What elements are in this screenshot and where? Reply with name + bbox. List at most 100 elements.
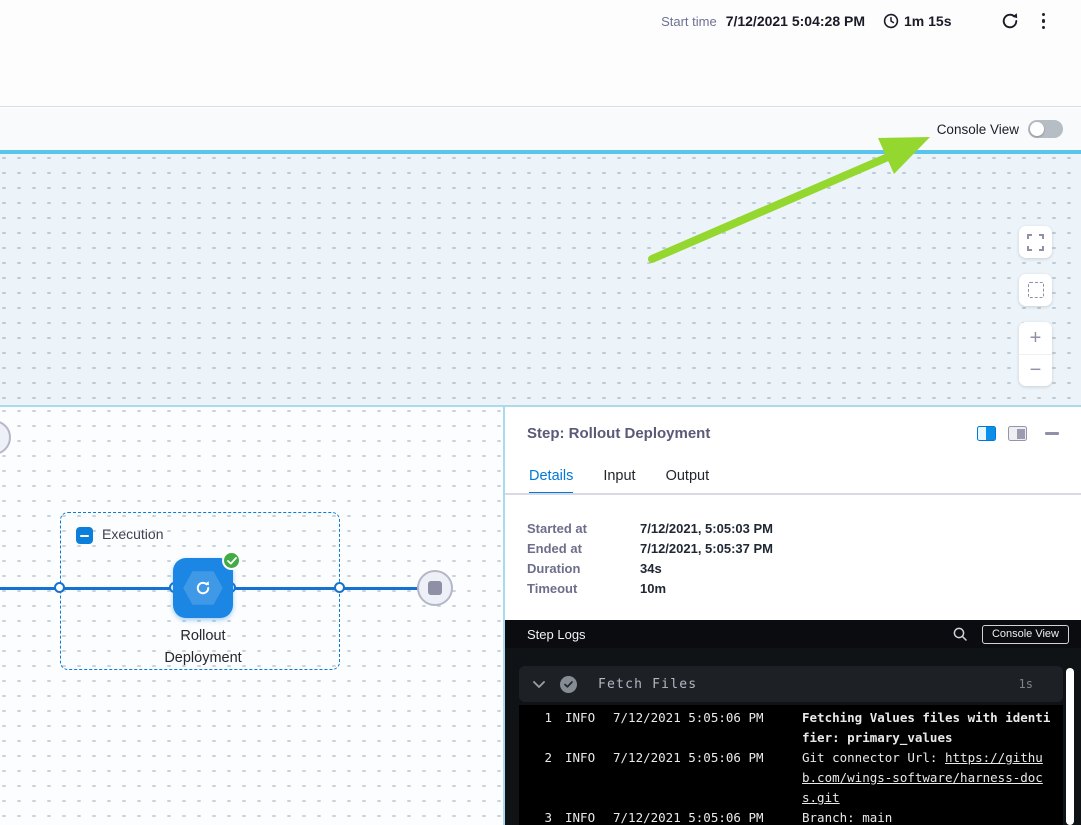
step-logs-title: Step Logs	[527, 627, 952, 642]
step-logs-header: Step Logs Console View	[505, 620, 1081, 648]
detail-row-started: Started at 7/12/2021, 5:05:03 PM	[527, 519, 773, 539]
step-panel-header: Step: Rollout Deployment	[527, 425, 1061, 442]
port-group-out	[334, 582, 345, 593]
log-line-number: 1	[519, 708, 552, 728]
detail-row-duration: Duration 34s	[527, 559, 773, 579]
detail-label: Duration	[527, 559, 640, 579]
elapsed-value: 1m 15s	[904, 13, 951, 29]
step-panel-title: Step: Rollout Deployment	[527, 425, 977, 442]
tab-details[interactable]: Details	[529, 468, 573, 495]
detail-label: Ended at	[527, 539, 640, 559]
zoom-in-button[interactable]: +	[1019, 322, 1052, 354]
split-right-icon	[986, 427, 995, 440]
refresh-button[interactable]	[998, 9, 1022, 33]
port-group-in	[54, 582, 65, 593]
minimize-icon	[1045, 432, 1059, 435]
log-message-text: Git connector Url:	[802, 750, 945, 765]
panel-layout-controls	[977, 426, 1027, 441]
tab-output[interactable]: Output	[666, 468, 710, 495]
stage-graph-canvas[interactable]: + −	[0, 154, 1081, 405]
minimize-panel-button[interactable]	[1043, 426, 1061, 441]
fit-to-screen-icon	[1028, 282, 1044, 298]
log-level: INFO	[565, 808, 600, 825]
node-label: Rollout Deployment	[118, 625, 288, 669]
elapsed-duration: 1m 15s	[883, 13, 951, 29]
node-label-line2: Deployment	[118, 647, 288, 669]
detail-label: Timeout	[527, 579, 640, 599]
fullscreen-button[interactable]	[1019, 226, 1052, 258]
section-success-icon	[560, 676, 577, 693]
fullscreen-icon	[1027, 234, 1044, 251]
rollout-deployment-node[interactable]	[173, 558, 233, 618]
console-view-toggle[interactable]	[1028, 120, 1063, 138]
step-details-panel: Step: Rollout Deployment Details Input O…	[505, 407, 1081, 825]
start-time-label: Start time	[661, 14, 717, 29]
zoom-out-button[interactable]: −	[1019, 354, 1052, 386]
detail-value: 7/12/2021, 5:05:03 PM	[640, 519, 773, 539]
log-message: Branch: main	[802, 808, 1052, 825]
execution-meta-row: Start time 7/12/2021 5:04:28 PM 1m 15s	[661, 7, 1051, 35]
previous-node-partial	[0, 420, 11, 455]
step-details-table: Started at 7/12/2021, 5:05:03 PM Ended a…	[527, 519, 773, 599]
log-row: 3 INFO 7/12/2021 5:05:06 PM Branch: main	[519, 808, 1063, 825]
log-message: Fetching Values files with identifier: p…	[802, 708, 1052, 748]
tab-input[interactable]: Input	[603, 468, 635, 495]
log-line-number: 3	[519, 808, 552, 825]
log-message: Git connector Url: https://github.com/wi…	[802, 748, 1052, 808]
log-level: INFO	[565, 748, 600, 768]
top-bar: Start time 7/12/2021 5:04:28 PM 1m 15s	[0, 0, 1081, 107]
stop-node[interactable]	[417, 570, 453, 606]
zoom-pill: + −	[1019, 322, 1052, 386]
node-label-line1: Rollout	[118, 625, 288, 647]
log-search-button[interactable]	[952, 626, 968, 642]
console-view-label: Console View	[937, 122, 1019, 137]
log-scrollbar[interactable]	[1066, 668, 1074, 825]
log-line-number: 2	[519, 748, 552, 768]
detail-value: 34s	[640, 559, 662, 579]
log-timestamp: 7/12/2021 5:05:06 PM	[613, 748, 802, 768]
detail-row-timeout: Timeout 10m	[527, 579, 773, 599]
step-type-hexagon	[182, 569, 224, 607]
log-row: 2 INFO 7/12/2021 5:05:06 PM Git connecto…	[519, 748, 1063, 808]
execution-graph-canvas[interactable]: Execution Rollout Deployment	[0, 407, 503, 825]
canvas-zoom-controls: + −	[1019, 226, 1052, 386]
log-lines: 1 INFO 7/12/2021 5:05:06 PM Fetching Val…	[519, 705, 1063, 825]
detail-value: 10m	[640, 579, 666, 599]
split-bottom-layout-button[interactable]	[1008, 426, 1027, 441]
pipeline-execution-page: Start time 7/12/2021 5:04:28 PM 1m 15s C…	[0, 0, 1081, 825]
log-level: INFO	[565, 708, 600, 728]
log-section-duration: 1s	[1019, 677, 1033, 691]
split-right-layout-button[interactable]	[977, 426, 996, 441]
minus-icon	[80, 535, 89, 537]
collapse-group-button[interactable]	[76, 527, 93, 544]
search-icon	[952, 626, 968, 642]
logs-console-view-button[interactable]: Console View	[982, 625, 1069, 644]
execution-group-label: Execution	[102, 526, 163, 542]
minus-icon: −	[1030, 359, 1042, 382]
split-bottom-icon	[1017, 429, 1025, 439]
success-badge	[222, 551, 241, 570]
refresh-icon	[1000, 11, 1020, 31]
log-section-fetch-files[interactable]: Fetch Files 1s	[519, 666, 1063, 702]
start-time-value: 7/12/2021 5:04:28 PM	[726, 13, 865, 29]
log-timestamp: 7/12/2021 5:05:06 PM	[613, 708, 802, 728]
stop-icon	[428, 581, 442, 595]
detail-label: Started at	[527, 519, 640, 539]
chevron-down-icon	[533, 681, 545, 688]
log-row: 1 INFO 7/12/2021 5:05:06 PM Fetching Val…	[519, 708, 1063, 748]
more-options-button[interactable]	[1036, 10, 1052, 33]
logs-body[interactable]: Fetch Files 1s 1 INFO 7/12/2021 5:05:06 …	[505, 648, 1081, 825]
rollout-icon	[192, 577, 214, 599]
kebab-icon	[1042, 13, 1046, 30]
console-view-toggle-row: Console View	[937, 108, 1063, 150]
graph-toolbar: Console View	[0, 108, 1081, 150]
detail-row-ended: Ended at 7/12/2021, 5:05:37 PM	[527, 539, 773, 559]
fit-to-screen-button[interactable]	[1019, 274, 1052, 306]
plus-icon: +	[1030, 327, 1042, 350]
step-panel-tabs: Details Input Output	[529, 468, 709, 495]
clock-icon	[883, 13, 899, 29]
log-section-title: Fetch Files	[598, 677, 1019, 692]
detail-value: 7/12/2021, 5:05:37 PM	[640, 539, 773, 559]
toggle-knob	[1030, 122, 1044, 136]
log-timestamp: 7/12/2021 5:05:06 PM	[613, 808, 802, 825]
